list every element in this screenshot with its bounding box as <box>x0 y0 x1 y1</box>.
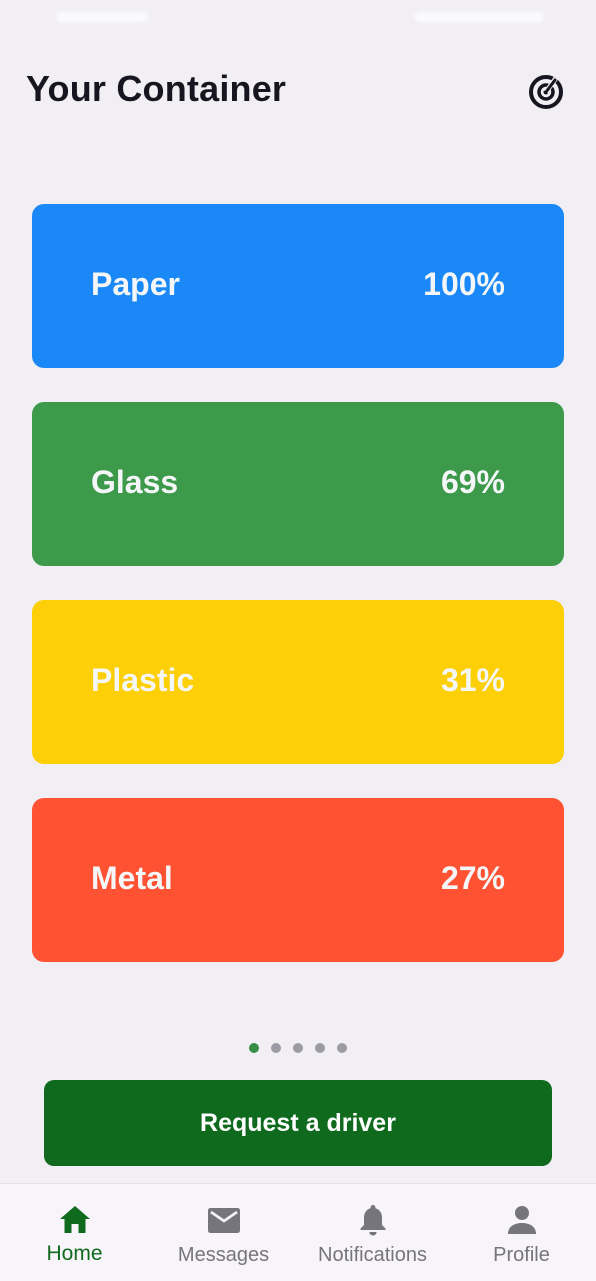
page-dot[interactable] <box>249 1043 259 1053</box>
container-label: Plastic <box>91 662 195 698</box>
person-icon <box>504 1202 540 1238</box>
container-fill-value: 69% <box>440 464 505 500</box>
container-label: Paper <box>91 266 180 302</box>
nav-item-messages[interactable]: Messages <box>149 1184 298 1281</box>
status-time-blurred <box>56 12 148 22</box>
bottom-nav: Home Messages Notifications Profile <box>0 1183 596 1281</box>
mail-icon <box>206 1202 242 1238</box>
nav-label: Messages <box>177 1244 270 1266</box>
container-fill-value: 100% <box>423 266 505 302</box>
header: Your Container <box>26 66 570 120</box>
container-fill-value: 31% <box>440 662 505 698</box>
container-card-glass[interactable]: Glass 69% <box>32 402 564 566</box>
container-list: Paper 100% Glass 69% Plastic 31% Metal 2… <box>32 204 564 996</box>
home-icon <box>57 1202 93 1238</box>
page-dot[interactable] <box>337 1043 347 1053</box>
container-card-plastic[interactable]: Plastic 31% <box>32 600 564 764</box>
nav-label: Profile <box>493 1244 550 1266</box>
page-dot[interactable] <box>293 1043 303 1053</box>
container-fill-value: 27% <box>440 860 505 896</box>
nav-item-notifications[interactable]: Notifications <box>298 1184 447 1281</box>
page-dot[interactable] <box>271 1043 281 1053</box>
request-driver-button[interactable]: Request a driver <box>44 1080 552 1166</box>
radar-icon[interactable] <box>526 72 566 112</box>
status-bar <box>0 0 596 40</box>
bell-icon <box>355 1202 391 1238</box>
nav-item-profile[interactable]: Profile <box>447 1184 596 1281</box>
status-icons-blurred <box>414 12 544 22</box>
container-card-paper[interactable]: Paper 100% <box>32 204 564 368</box>
container-label: Glass <box>91 464 179 500</box>
container-label: Metal <box>91 860 173 896</box>
container-card-metal[interactable]: Metal 27% <box>32 798 564 962</box>
page-indicator <box>0 1043 596 1053</box>
nav-item-home[interactable]: Home <box>0 1184 149 1281</box>
nav-label: Notifications <box>318 1244 427 1266</box>
page-title: Your Container <box>26 68 287 109</box>
page-dot[interactable] <box>315 1043 325 1053</box>
nav-label: Home <box>46 1242 103 1265</box>
